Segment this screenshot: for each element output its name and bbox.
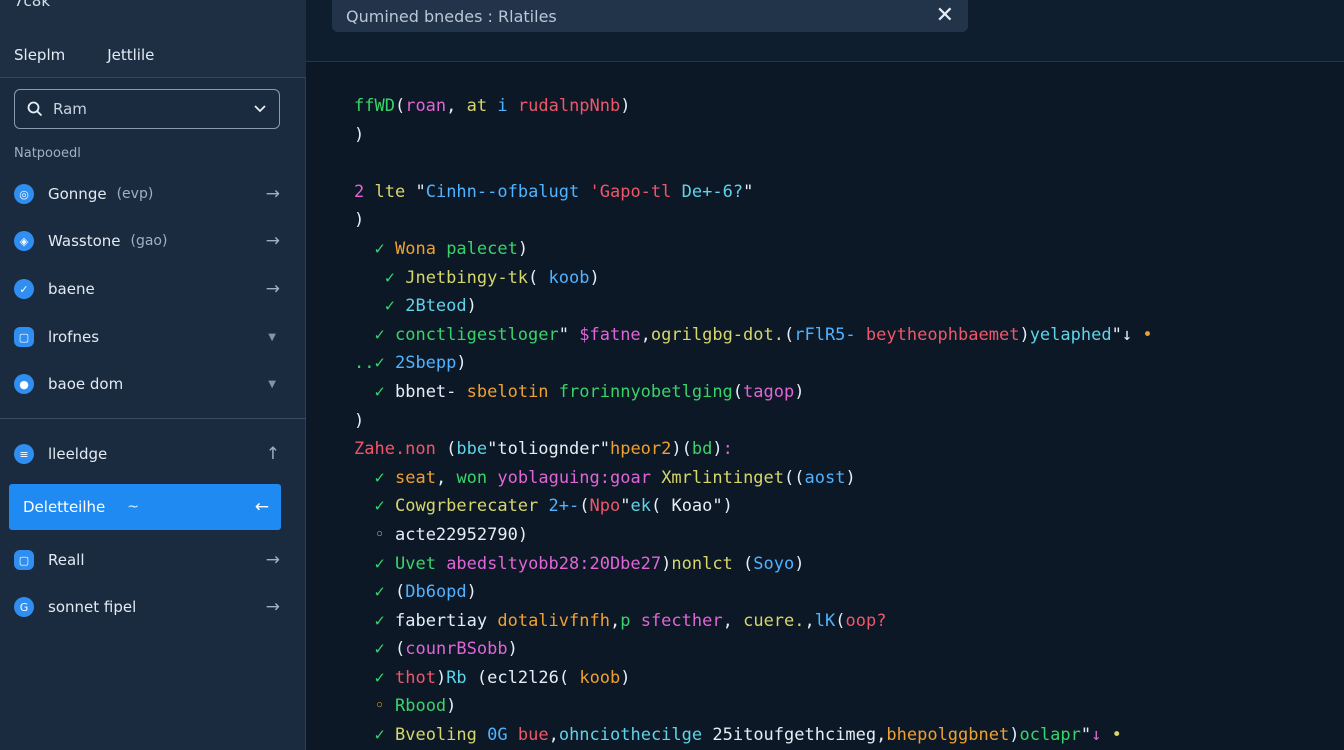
code-line: ◦ acte22952790)	[374, 524, 529, 545]
arrow-right-icon: →	[265, 184, 280, 204]
code-line: ✓ seat, won yoblaguing:goar Xmrlintinget…	[374, 467, 856, 488]
code-line: ✓ Uvet abedsltyobb28:20Dbe27)nonlct (Soy…	[374, 553, 805, 574]
code-line: ✓ Jnetbingy-tk( koob)	[384, 267, 600, 288]
code-line: ✓ fabertiay dotalivfnfh,p sfecther, cuer…	[374, 610, 887, 631]
app-title: 7c8k	[14, 0, 51, 10]
sidebar-item-lleeldge[interactable]: ≡ lleeldge ↑	[14, 439, 280, 469]
box-icon: ▢	[14, 327, 34, 347]
code-line: 2 lte "Cinhn--ofbalugt 'Gapo-tl De+-6?"	[354, 181, 754, 202]
sidebar-item-gonnge[interactable]: ◎ Gonnge (evp) →	[14, 179, 280, 209]
caret-down-icon: ▼	[268, 378, 276, 390]
sidebar-item-label: baoe dom	[48, 375, 124, 393]
sidebar-item-deletteilhe[interactable]: Deletteilhe ~ ←	[9, 484, 281, 530]
check-circle-icon: ✓	[14, 279, 34, 299]
arrow-right-icon: →	[265, 550, 280, 570]
sidebar-item-sub: (evp)	[116, 186, 154, 202]
command-palette[interactable]: Qumined bnedes : Rlatiles ✕	[332, 0, 968, 32]
arrow-left-icon: ←	[254, 497, 269, 517]
sidebar-item-tilde: ~	[127, 499, 139, 515]
sidebar-item-label: Gonnge	[48, 185, 107, 203]
database-icon: ≡	[14, 444, 34, 464]
code-editor[interactable]: ffWD(roan, at i rudalnpNnb)) 2 lte "Cinhn…	[354, 92, 1334, 750]
code-line: ✓ (Db6opd)	[374, 582, 477, 603]
sidebar-item-label: Deletteilhe	[23, 498, 106, 516]
tab-jettlile[interactable]: Jettlile	[107, 46, 154, 64]
top-bar: Qumined bnedes : Rlatiles ✕	[306, 0, 1344, 62]
code-line: ..✓ 2Sbepp)	[354, 353, 467, 374]
section-label: Natpooedl	[14, 146, 81, 161]
sidebar-item-sonnet-fipel[interactable]: G sonnet fipel →	[14, 592, 280, 622]
code-line: ✓ (counrBSobb)	[374, 639, 518, 660]
search-icon	[27, 101, 43, 117]
code-line: )	[354, 410, 365, 431]
sidebar-item-baoe-dom[interactable]: ● baoe dom ▼	[14, 369, 280, 399]
code-line: )	[354, 124, 365, 145]
close-icon[interactable]: ✕	[936, 0, 954, 28]
sidebar-item-reall[interactable]: ▢ Reall →	[14, 545, 280, 575]
compass-icon: ◈	[14, 231, 34, 251]
g-icon: G	[14, 597, 34, 617]
arrow-right-icon: →	[265, 597, 280, 617]
sidebar-item-baene[interactable]: ✓ baene →	[14, 274, 280, 304]
code-line: ✓ 2Bteod)	[384, 296, 477, 317]
sidebar-tabs: Sleplm Jettlile	[14, 46, 154, 64]
sidebar-header: 7c8k Sleplm Jettlile	[0, 0, 306, 78]
sidebar-item-wasstone[interactable]: ◈ Wasstone (gao) →	[14, 226, 280, 256]
arrow-up-icon: ↑	[265, 444, 280, 464]
search-box[interactable]: Ram	[14, 89, 280, 129]
arrow-right-icon: →	[265, 231, 280, 251]
sidebar-divider	[0, 418, 306, 419]
code-line: ✓ Bveoling 0G bue,ohnciothecilge 25itouf…	[374, 725, 1122, 746]
code-line: ✓ conctligestloger" $fatne,ogrilgbg-dot.…	[374, 324, 1153, 345]
code-line: ✓ Cowgrberecater 2+-(Npo"ek( Koao")	[374, 496, 733, 517]
code-line: ffWD(roan, at i rudalnpNnb)	[354, 96, 631, 116]
sidebar-item-label: sonnet fipel	[48, 598, 137, 616]
sidebar-item-label: baene	[48, 280, 95, 298]
code-line: )	[354, 210, 365, 231]
command-input[interactable]: Qumined bnedes : Rlatiles	[346, 1, 936, 26]
tab-sleplm[interactable]: Sleplm	[14, 46, 65, 64]
code-line: ✓ bbnet- sbelotin frorinnyobetlging(tago…	[374, 381, 805, 402]
code-line: ◦ Rbood)	[374, 696, 457, 717]
code-line: ✓ thot)Rb (ecl2l26( koob)	[374, 667, 631, 688]
sidebar-item-label: lleeldge	[48, 445, 108, 463]
arrow-right-icon: →	[265, 279, 280, 299]
globe-icon: ◎	[14, 184, 34, 204]
sidebar-item-lrofnes[interactable]: ▢ lrofnes ▼	[14, 322, 280, 352]
sidebar: 7c8k Sleplm Jettlile Ram Natpooedl ◎ Gon…	[0, 0, 306, 750]
sidebar-item-label: lrofnes	[48, 328, 100, 346]
location-pin-icon: ●	[14, 374, 34, 394]
chevron-down-icon[interactable]	[253, 105, 267, 113]
sidebar-item-sub: (gao)	[130, 233, 168, 249]
code-line: Zahe.non (bbe"toliognder"hpeor2)(bd):	[354, 439, 733, 460]
sidebar-item-label: Wasstone	[48, 232, 121, 250]
square-icon: ▢	[14, 550, 34, 570]
sidebar-item-label: Reall	[48, 551, 85, 569]
caret-down-icon: ▼	[268, 331, 276, 343]
search-input[interactable]: Ram	[53, 100, 243, 118]
code-line: ✓ Wona palecet)	[374, 238, 529, 259]
